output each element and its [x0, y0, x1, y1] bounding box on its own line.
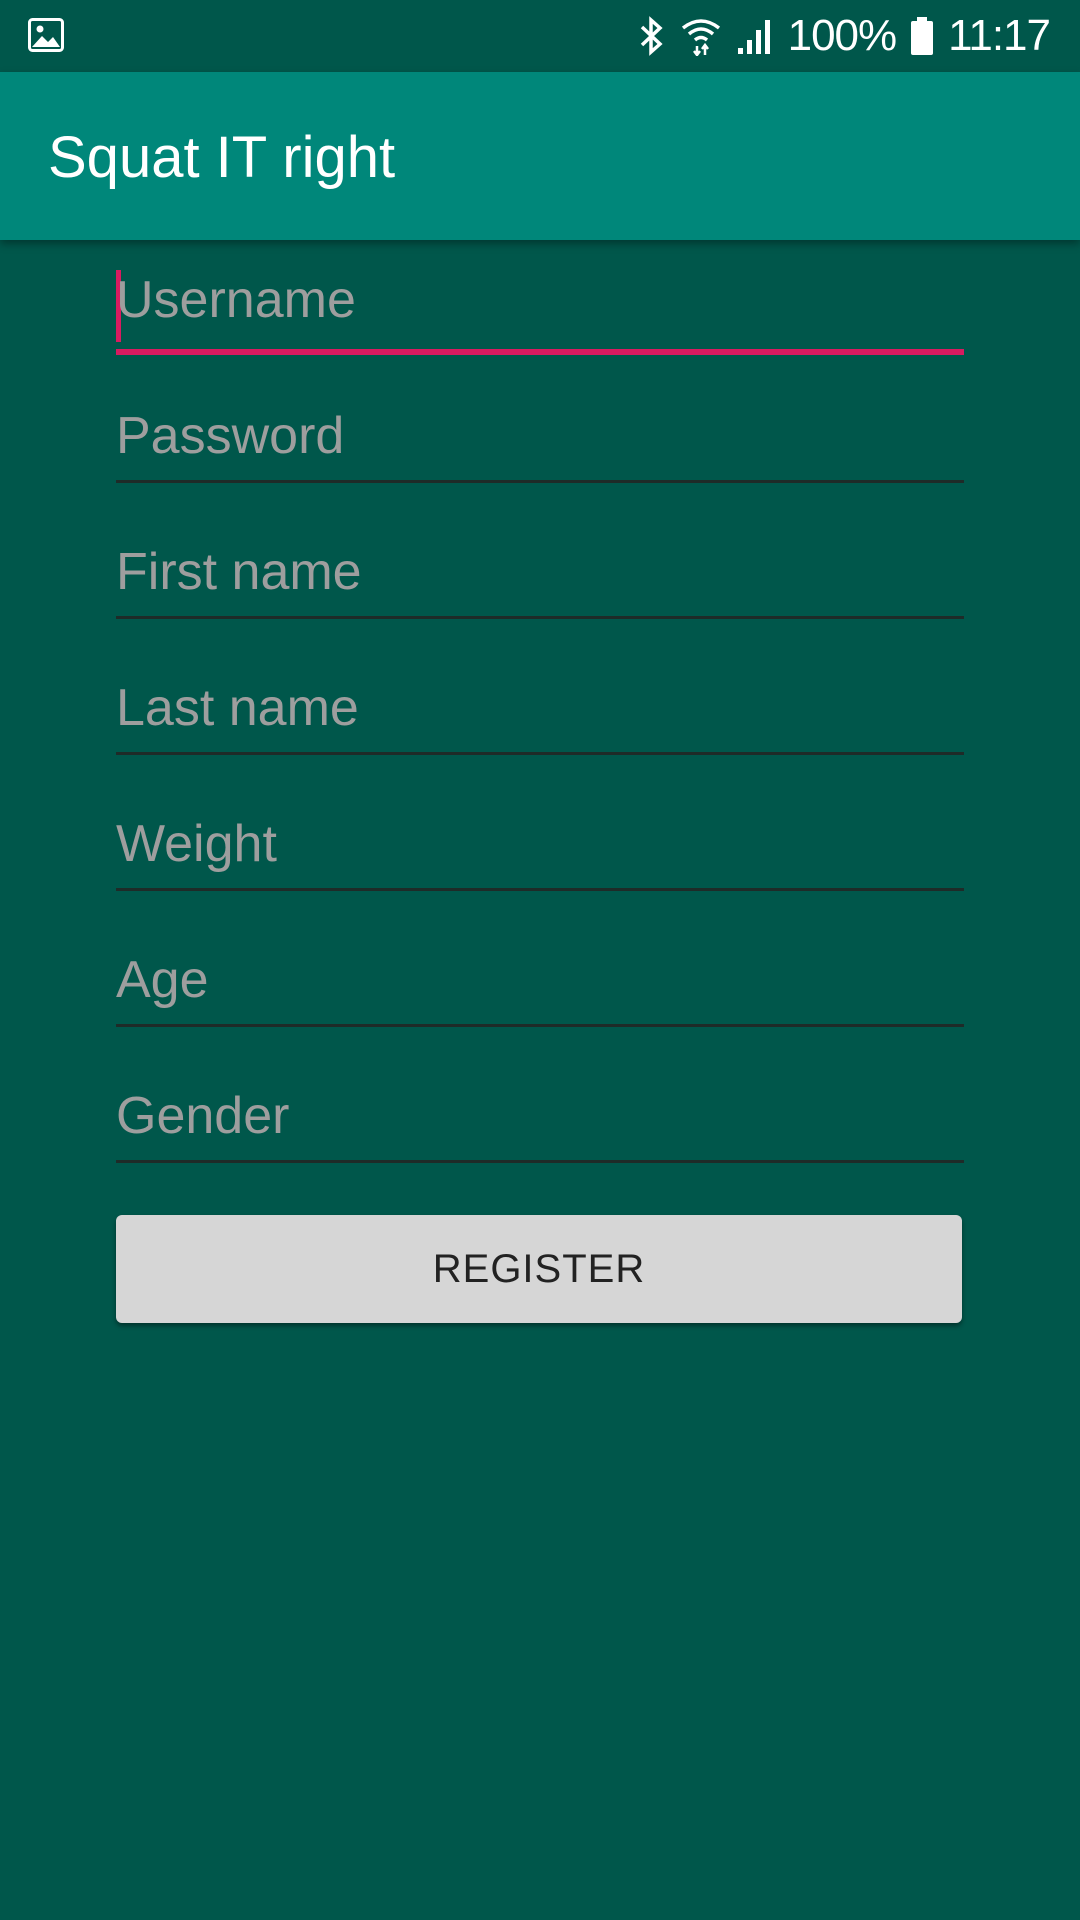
gender-underline: [116, 1160, 964, 1163]
image-notification-icon: [28, 18, 64, 52]
last-name-input[interactable]: Last name: [116, 676, 964, 740]
age-field[interactable]: Age: [116, 920, 964, 1056]
wifi-icon: [681, 19, 720, 56]
first-name-underline: [116, 616, 964, 619]
clock: 11:17: [948, 11, 1051, 60]
password-field[interactable]: Password: [116, 376, 964, 512]
status-bar: 100% 11:17: [0, 0, 1080, 72]
first-name-input[interactable]: First name: [116, 540, 964, 604]
first-name-field[interactable]: First name: [116, 512, 964, 648]
password-underline: [116, 480, 964, 483]
username-underline: [116, 349, 964, 355]
signal-icon: [737, 20, 770, 54]
gender-field[interactable]: Gender: [116, 1056, 964, 1192]
app-bar: Squat IT right: [0, 72, 1080, 240]
weight-underline: [116, 888, 964, 891]
password-input[interactable]: Password: [116, 404, 964, 468]
status-icons: 100% 11:17: [638, 0, 1051, 72]
battery-percentage: 100%: [787, 11, 898, 60]
register-button[interactable]: REGISTER: [116, 1215, 962, 1323]
weight-field[interactable]: Weight: [116, 784, 964, 920]
username-input[interactable]: Username: [116, 268, 964, 332]
last-name-field[interactable]: Last name: [116, 648, 964, 784]
age-underline: [116, 1024, 964, 1027]
username-field[interactable]: Username: [116, 240, 964, 376]
gender-input[interactable]: Gender: [116, 1084, 964, 1148]
registration-form: Username Password First name Last name W…: [116, 240, 964, 1192]
age-input[interactable]: Age: [116, 948, 964, 1012]
battery-icon: [911, 17, 934, 55]
bluetooth-icon: [640, 16, 663, 56]
app-title: Squat IT right: [48, 125, 396, 190]
weight-input[interactable]: Weight: [116, 812, 964, 876]
last-name-underline: [116, 752, 964, 755]
